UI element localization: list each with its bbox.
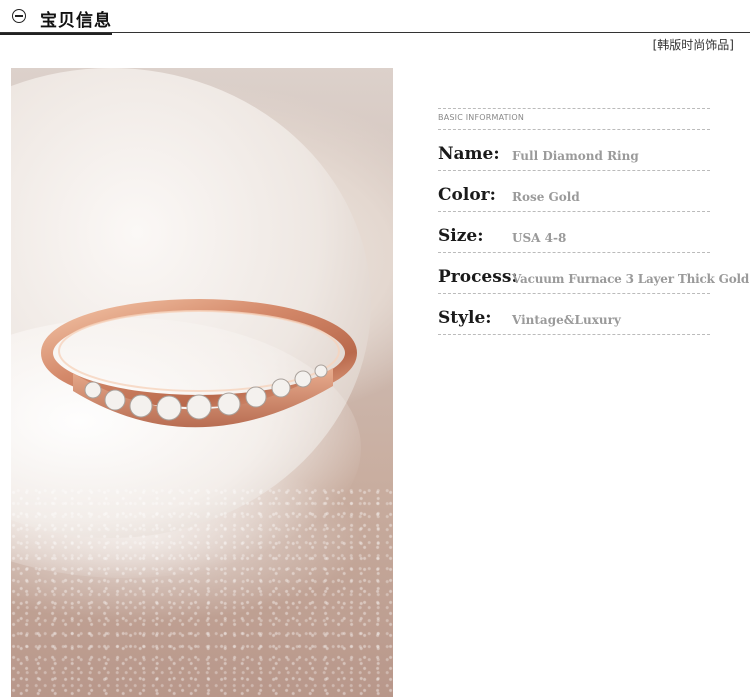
- ring-image: [41, 299, 357, 428]
- info-label: Color:: [438, 185, 496, 205]
- product-photo: [11, 68, 393, 697]
- info-row-style: Style: Vintage&Luxury: [438, 294, 710, 335]
- info-row-size: Size: USA 4-8: [438, 212, 710, 253]
- info-label: Name:: [438, 144, 500, 164]
- section-title: 宝贝信息: [40, 11, 112, 31]
- header-tab-underline: [0, 33, 112, 35]
- info-value: Full Diamond Ring: [512, 149, 639, 163]
- minus-circle-icon[interactable]: [12, 9, 26, 23]
- info-value: Rose Gold: [512, 190, 580, 204]
- info-label: Size:: [438, 226, 484, 246]
- tagline: [韩版时尚饰品]: [652, 38, 734, 52]
- info-row-process: Process: Vacuum Furnace 3 Layer Thick Go…: [438, 253, 749, 294]
- info-label: Style:: [438, 308, 492, 328]
- info-value: USA 4-8: [512, 231, 567, 245]
- basic-information-panel: BASIC INFORMATION Name: Full Diamond Rin…: [438, 108, 749, 335]
- info-row-color: Color: Rose Gold: [438, 171, 710, 212]
- info-label: Process:: [438, 267, 518, 287]
- info-value: Vintage&Luxury: [512, 313, 621, 327]
- section-header: 宝贝信息 [韩版时尚饰品]: [0, 0, 750, 52]
- info-heading: BASIC INFORMATION: [438, 108, 710, 130]
- info-row-name: Name: Full Diamond Ring: [438, 130, 710, 171]
- header-divider: [0, 32, 750, 33]
- info-value: Vacuum Furnace 3 Layer Thick Gold: [512, 272, 750, 286]
